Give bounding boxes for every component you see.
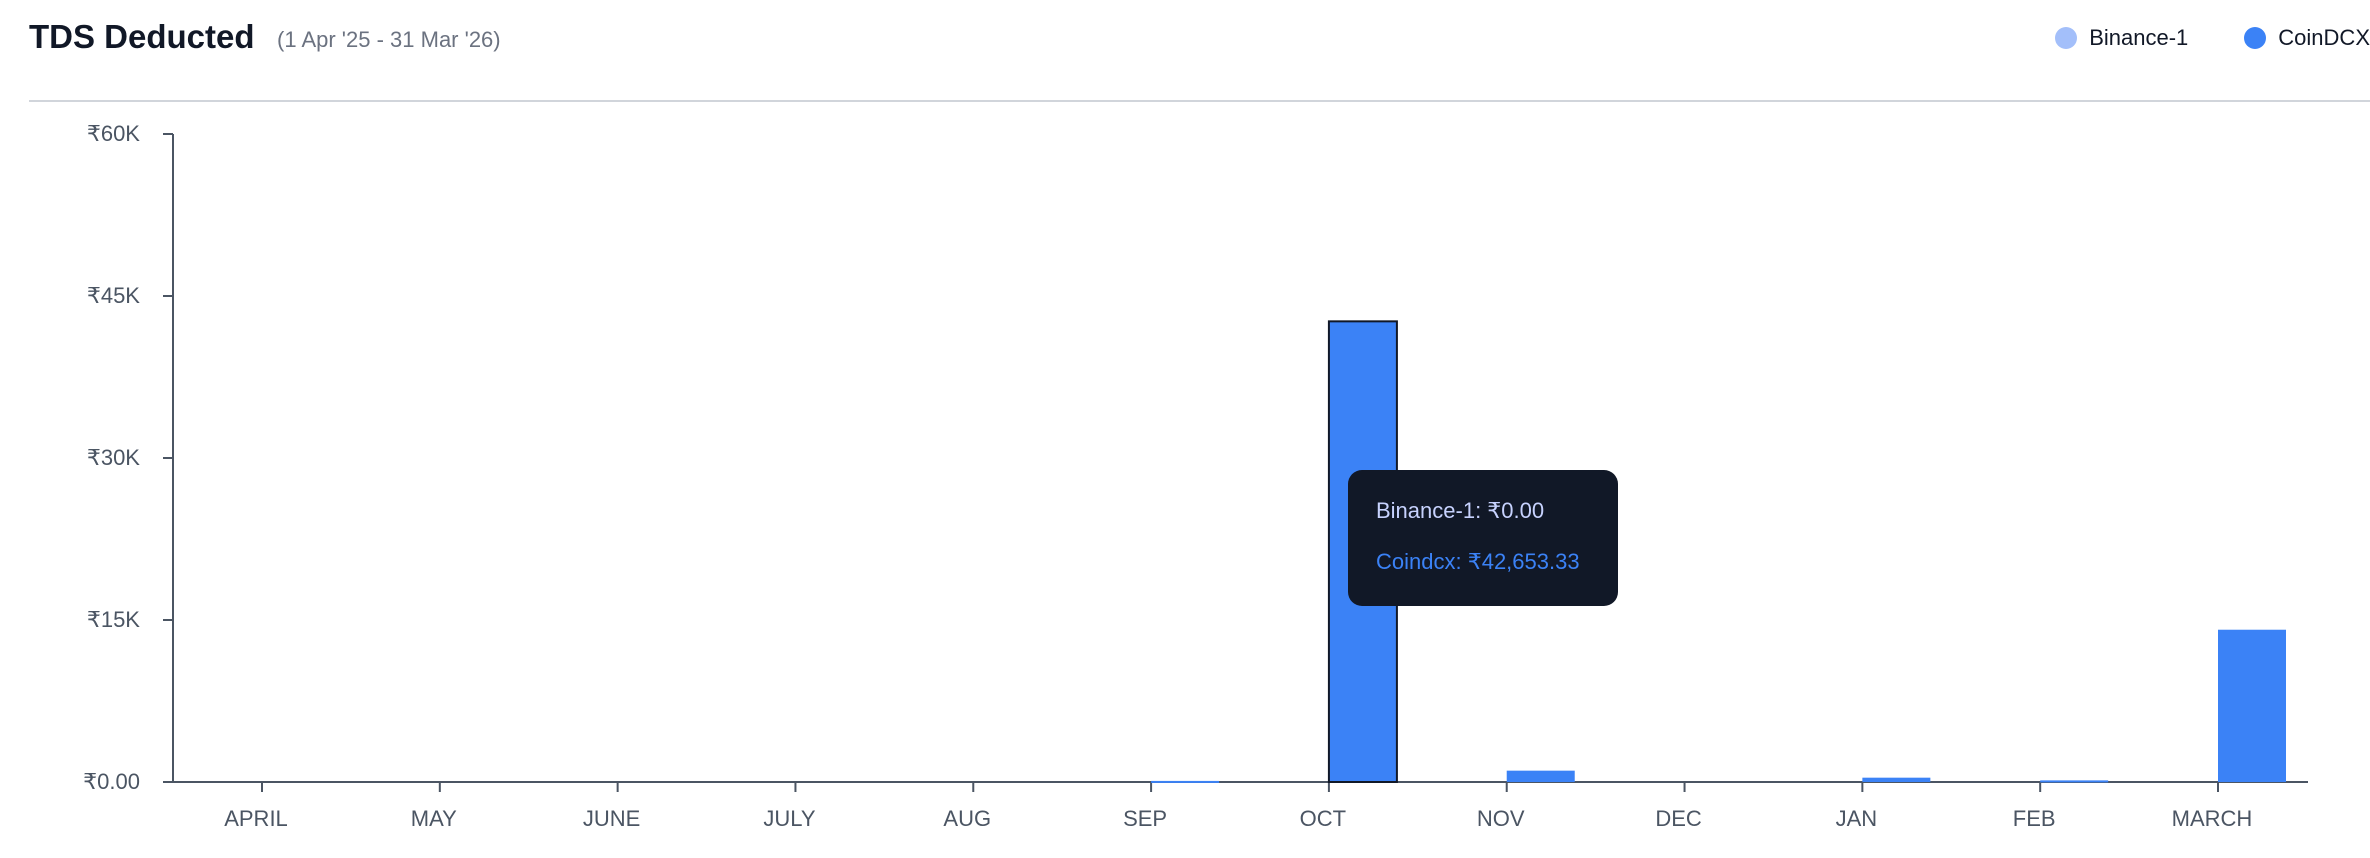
y-tick-label: ₹60K [87, 121, 140, 146]
y-tick-label: ₹15K [87, 607, 140, 632]
x-tick-label: JULY [763, 806, 815, 831]
bar-coindcx-sep [1151, 780, 1220, 783]
x-tick-label: JAN [1836, 806, 1878, 831]
y-tick-label: ₹30K [87, 445, 140, 470]
y-tick-label: ₹0.00 [83, 769, 140, 794]
x-tick-label: DEC [1655, 806, 1702, 831]
x-tick-label: AUG [943, 806, 991, 831]
tooltip-coindcx-value: Coindcx: ₹42,653.33 [1376, 549, 1580, 574]
y-tick-label: ₹45K [87, 283, 140, 308]
tooltip-binance-value: Binance-1: ₹0.00 [1376, 498, 1545, 523]
bar-coindcx-feb [2040, 780, 2109, 783]
bar-coindcx-nov [1506, 770, 1575, 782]
x-tick-label: SEP [1123, 806, 1167, 831]
x-tick-label: MARCH [2172, 806, 2253, 831]
chart-tooltip: Binance-1: ₹0.00 Coindcx: ₹42,653.33 [1348, 470, 1618, 606]
x-tick-label: APRIL [224, 806, 288, 831]
bar-coindcx-march [2218, 629, 2286, 782]
x-tick-label: FEB [2013, 806, 2056, 831]
x-tick-label: OCT [1300, 806, 1346, 831]
x-tick-label: JUNE [583, 806, 640, 831]
x-tick-label: MAY [411, 806, 457, 831]
bar-coindcx-jan [1862, 777, 1931, 782]
bar-chart: ₹0.00 ₹15K ₹30K ₹45K ₹60K APRIL MAY JUNE JULY AUG… [83, 121, 2308, 831]
x-tick-label: NOV [1477, 806, 1525, 831]
